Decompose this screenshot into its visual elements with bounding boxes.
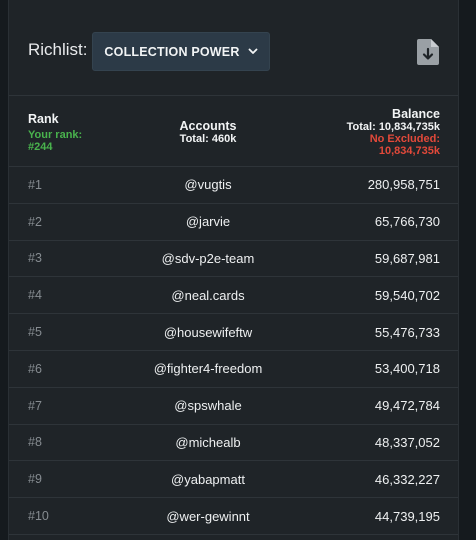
row-balance: 65,766,730 xyxy=(374,214,440,230)
row-balance: 46,332,227 xyxy=(374,471,440,487)
row-account[interactable]: @spswhale xyxy=(126,398,290,413)
row-rank: #6 xyxy=(28,361,42,376)
row-balance: 55,476,733 xyxy=(374,324,440,340)
row-rank: #3 xyxy=(28,251,42,266)
row-rank: #9 xyxy=(28,472,42,487)
row-account[interactable]: @wer-gewinnt xyxy=(126,509,290,524)
table-row[interactable]: #1 @vugtis 280,958,751 xyxy=(9,167,458,204)
row-account[interactable]: @sdv-p2e-team xyxy=(126,251,290,266)
balance-column-header: Balance Total: 10,834,735k No Excluded: … xyxy=(347,107,440,157)
no-excluded-label: No Excluded: xyxy=(369,133,440,145)
richlist-type-dropdown[interactable]: COLLECTION POWER xyxy=(92,32,270,71)
row-balance: 59,540,702 xyxy=(374,287,440,303)
row-rank: #7 xyxy=(28,398,42,413)
rank-column-header: Rank Your rank: #244 xyxy=(28,112,82,153)
row-account[interactable]: @housewifeftw xyxy=(126,325,290,340)
table-row[interactable]: #2 @jarvie 65,766,730 xyxy=(9,204,458,241)
row-rank: #2 xyxy=(28,214,42,229)
richlist-rows: #1 @vugtis 280,958,751 #2 @jarvie 65,766… xyxy=(9,167,458,535)
row-balance: 280,958,751 xyxy=(367,177,440,193)
rank-header: Rank xyxy=(28,112,59,126)
accounts-total: Total: 460k xyxy=(179,133,237,145)
dropdown-label: COLLECTION POWER xyxy=(104,44,240,59)
row-rank: #1 xyxy=(28,177,42,192)
table-row[interactable]: #8 @michealb 48,337,052 xyxy=(9,425,458,462)
row-account[interactable]: @vugtis xyxy=(126,177,290,192)
row-account[interactable]: @jarvie xyxy=(126,214,290,229)
accounts-column-header: Accounts Total: 460k xyxy=(126,119,290,146)
row-rank: #5 xyxy=(28,325,42,340)
table-row[interactable]: #10 @wer-gewinnt 44,739,195 xyxy=(9,498,458,535)
balance-total: Total: 10,834,735k xyxy=(346,121,440,133)
table-row[interactable]: #6 @fighter4-freedom 53,400,718 xyxy=(9,351,458,388)
chevron-down-icon xyxy=(248,48,257,54)
richlist-label: Richlist: xyxy=(28,40,88,59)
row-balance: 44,739,195 xyxy=(374,508,440,524)
richlist-panel: Richlist: COLLECTION POWER Rank Your ran… xyxy=(8,0,459,540)
row-rank: #8 xyxy=(28,435,42,450)
richlist-toolbar: Richlist: COLLECTION POWER xyxy=(9,0,458,95)
no-excluded-value: 10,834,735k xyxy=(378,145,440,157)
table-row[interactable]: #7 @spswhale 49,472,784 xyxy=(9,388,458,425)
row-balance: 49,472,784 xyxy=(374,398,440,414)
table-header: Rank Your rank: #244 Accounts Total: 460… xyxy=(9,95,458,167)
row-account[interactable]: @fighter4-freedom xyxy=(126,361,290,376)
row-rank: #10 xyxy=(28,509,49,524)
row-account[interactable]: @michealb xyxy=(126,435,290,450)
your-rank-label: Your rank: xyxy=(28,129,83,141)
table-row[interactable]: #9 @yabapmatt 46,332,227 xyxy=(9,461,458,499)
row-balance: 59,687,981 xyxy=(374,250,440,266)
table-row[interactable]: #5 @housewifeftw 55,476,733 xyxy=(9,314,458,351)
row-balance: 48,337,052 xyxy=(374,434,440,450)
table-row[interactable]: #4 @neal.cards 59,540,702 xyxy=(9,277,458,315)
your-rank-value: #244 xyxy=(28,141,53,153)
row-account[interactable]: @yabapmatt xyxy=(126,472,290,487)
file-download-icon[interactable] xyxy=(417,39,439,65)
row-balance: 53,400,718 xyxy=(374,361,440,377)
row-rank: #4 xyxy=(28,288,42,303)
row-account[interactable]: @neal.cards xyxy=(126,288,290,303)
accounts-header: Accounts xyxy=(179,119,237,133)
balance-header: Balance xyxy=(392,107,440,121)
table-row[interactable]: #3 @sdv-p2e-team 59,687,981 xyxy=(9,241,458,278)
